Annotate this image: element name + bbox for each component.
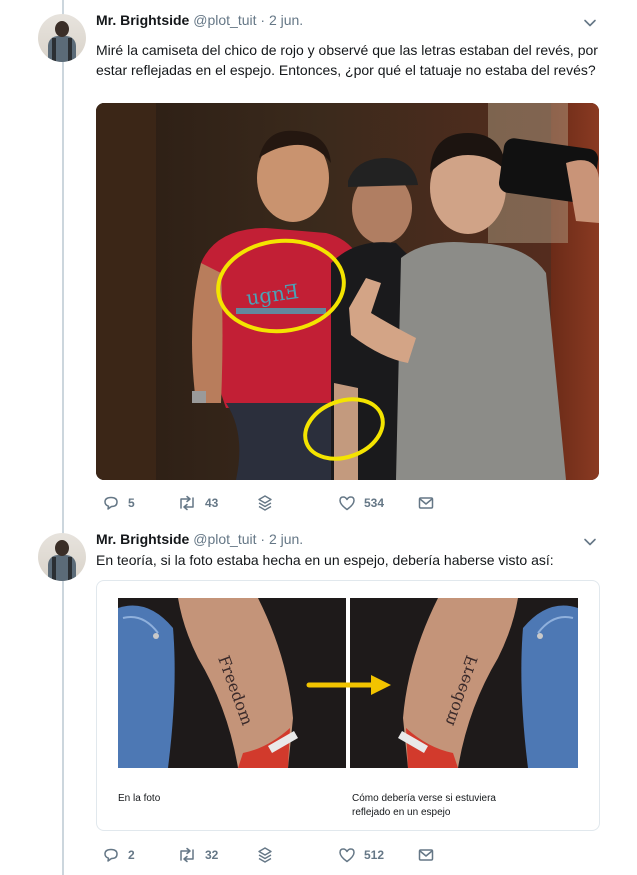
reply-icon [104, 848, 118, 862]
heart-icon [339, 496, 355, 511]
reply-count: 5 [128, 496, 135, 510]
heart-icon [339, 848, 355, 863]
retweet-button[interactable]: 32 [177, 845, 218, 865]
tweet-actions: 5 43 534 [96, 493, 516, 513]
mail-icon [418, 849, 434, 861]
stack-button[interactable] [256, 493, 274, 513]
direct-message-button[interactable] [417, 493, 435, 513]
reply-count: 2 [128, 848, 135, 862]
like-count: 534 [364, 496, 385, 510]
tweet-text: En teoría, si la foto estaba hecha en un… [96, 552, 554, 568]
retweet-button[interactable]: 43 [177, 493, 218, 513]
tweet-date[interactable]: 2 jun. [269, 12, 303, 28]
caption-left: En la foto [118, 793, 161, 804]
direct-message-button[interactable] [417, 845, 435, 865]
tweet-header: Mr. Brightside @plot_tuit · 2 jun. [96, 529, 303, 549]
mail-icon [418, 497, 434, 509]
separator-dot: · [260, 531, 266, 547]
retweet-count: 32 [205, 848, 219, 862]
chevron-down-icon[interactable] [583, 16, 597, 30]
tweet-actions: 2 32 512 [96, 845, 516, 865]
avatar[interactable] [38, 14, 86, 62]
display-name[interactable]: Mr. Brightside [96, 531, 189, 547]
like-button[interactable]: 512 [338, 845, 384, 865]
like-count: 512 [364, 848, 385, 862]
reply-button[interactable]: 5 [102, 493, 135, 513]
stack-button[interactable] [256, 845, 274, 865]
arrow-icon [306, 675, 391, 695]
user-handle[interactable]: @plot_tuit [193, 12, 256, 28]
thread-line [62, 0, 64, 875]
chevron-down-icon[interactable] [583, 535, 597, 549]
reply-button[interactable]: 2 [102, 845, 135, 865]
retweet-icon [180, 847, 194, 863]
tweet-date[interactable]: 2 jun. [269, 531, 303, 547]
caption-right: Cómo debería verse si estuviera reflejad… [352, 793, 496, 818]
tweet-header: Mr. Brightside @plot_tuit · 2 jun. [96, 10, 303, 30]
like-button[interactable]: 534 [338, 493, 384, 513]
retweet-icon [180, 495, 194, 511]
comparison-image-card[interactable]: Freedom Freedom En la foto Cómo debería … [96, 580, 600, 831]
stack-icon [258, 495, 272, 511]
display-name[interactable]: Mr. Brightside [96, 12, 189, 28]
stack-icon [258, 847, 272, 863]
separator-dot: · [260, 12, 266, 28]
tweet-photo[interactable]: ugnƎ [96, 103, 599, 480]
user-handle[interactable]: @plot_tuit [193, 531, 256, 547]
reply-icon [104, 496, 118, 510]
avatar[interactable] [38, 533, 86, 581]
tweet-text: Miré la camiseta del chico de rojo y obs… [96, 42, 598, 78]
retweet-count: 43 [205, 496, 219, 510]
